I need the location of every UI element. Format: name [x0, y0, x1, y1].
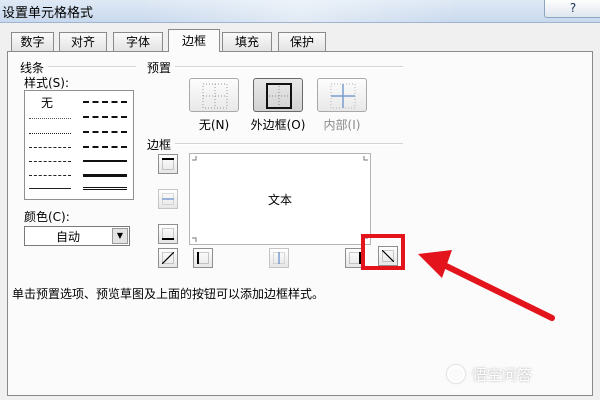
color-dropdown[interactable]: 自动 ▼: [24, 226, 130, 246]
line-style-medium-dash-dot[interactable]: [83, 131, 127, 133]
line-style-none[interactable]: 无: [41, 94, 53, 111]
preset-outline-button[interactable]: [253, 78, 303, 112]
line-style-hair[interactable]: [29, 118, 71, 119]
tab-alignment[interactable]: 对齐: [59, 32, 107, 51]
line-style-double[interactable]: [83, 187, 127, 190]
border-top-button[interactable]: [158, 154, 178, 174]
preset-outline-icon: [266, 83, 292, 109]
watermark-logo-icon: [447, 365, 465, 383]
annotation-arrow-icon: [418, 250, 555, 321]
watermark-text: 悟空问答: [472, 366, 533, 384]
line-style-thick[interactable]: [83, 174, 127, 177]
tab-border[interactable]: 边框: [168, 29, 220, 52]
tab-number[interactable]: 数字: [11, 32, 54, 51]
tab-fill[interactable]: 填充: [222, 32, 272, 51]
border-left-button[interactable]: [193, 248, 213, 268]
preset-outline-label: 外边框(O): [250, 118, 306, 132]
annotation-highlight-box: [361, 234, 405, 270]
border-inside-horizontal-button[interactable]: [158, 189, 178, 209]
presets-section-label: 预置: [147, 61, 172, 75]
chevron-down-icon[interactable]: ▼: [112, 228, 128, 244]
border-left-icon: [197, 252, 209, 264]
line-style-dash-dot-dot[interactable]: [29, 147, 71, 148]
hint-text: 单击预置选项、预览草图及上面的按钮可以添加边框样式。: [12, 287, 325, 301]
line-style-list[interactable]: 无: [24, 90, 134, 200]
border-section-label: 边框: [147, 138, 172, 152]
line-style-dotted[interactable]: [29, 133, 71, 134]
preset-none-icon: [202, 83, 228, 109]
preset-inside-icon: [330, 83, 356, 109]
style-label: 样式(S):: [24, 76, 70, 90]
color-dropdown-value: 自动: [55, 230, 80, 244]
line-section-divider: [48, 66, 136, 68]
border-right-icon: [349, 252, 361, 264]
line-style-slant-dash-dot[interactable]: [83, 116, 127, 118]
border-inside-vertical-icon: [273, 252, 285, 264]
line-style-medium-dashed[interactable]: [83, 146, 127, 148]
presets-section-divider: [175, 66, 403, 68]
preset-none-button[interactable]: [189, 78, 239, 112]
window-title: 设置单元格格式: [2, 6, 94, 21]
line-style-dash-dot[interactable]: [29, 161, 71, 162]
border-inside-vertical-button[interactable]: [269, 248, 289, 268]
border-diagonal-up-button[interactable]: [158, 248, 178, 268]
diagonal-up-icon: [162, 252, 174, 264]
border-section-divider: [175, 143, 403, 145]
tab-protection[interactable]: 保护: [278, 32, 326, 51]
border-bottom-icon: [162, 228, 174, 240]
line-style-thin[interactable]: [29, 188, 71, 189]
border-preview[interactable]: 文本: [189, 153, 371, 245]
border-top-icon: [162, 158, 174, 170]
preset-none-label: 无(N): [198, 118, 230, 132]
title-bar: 设置单元格格式 ?: [0, 0, 600, 23]
help-button[interactable]: ?: [544, 0, 600, 18]
preview-sample-text: 文本: [267, 193, 292, 207]
preset-inside-button[interactable]: [317, 78, 367, 112]
preset-inside-label: 内部(I): [323, 118, 361, 132]
line-style-medium-dash-dot-dot[interactable]: [83, 101, 127, 103]
color-label: 颜色(C):: [24, 210, 70, 224]
border-inside-horizontal-icon: [162, 193, 174, 205]
tab-font[interactable]: 字体: [113, 32, 163, 51]
line-style-medium[interactable]: [83, 160, 127, 162]
line-style-dashed[interactable]: [29, 175, 71, 176]
title-bar-highlight: [140, 0, 460, 22]
border-bottom-button[interactable]: [158, 224, 178, 244]
